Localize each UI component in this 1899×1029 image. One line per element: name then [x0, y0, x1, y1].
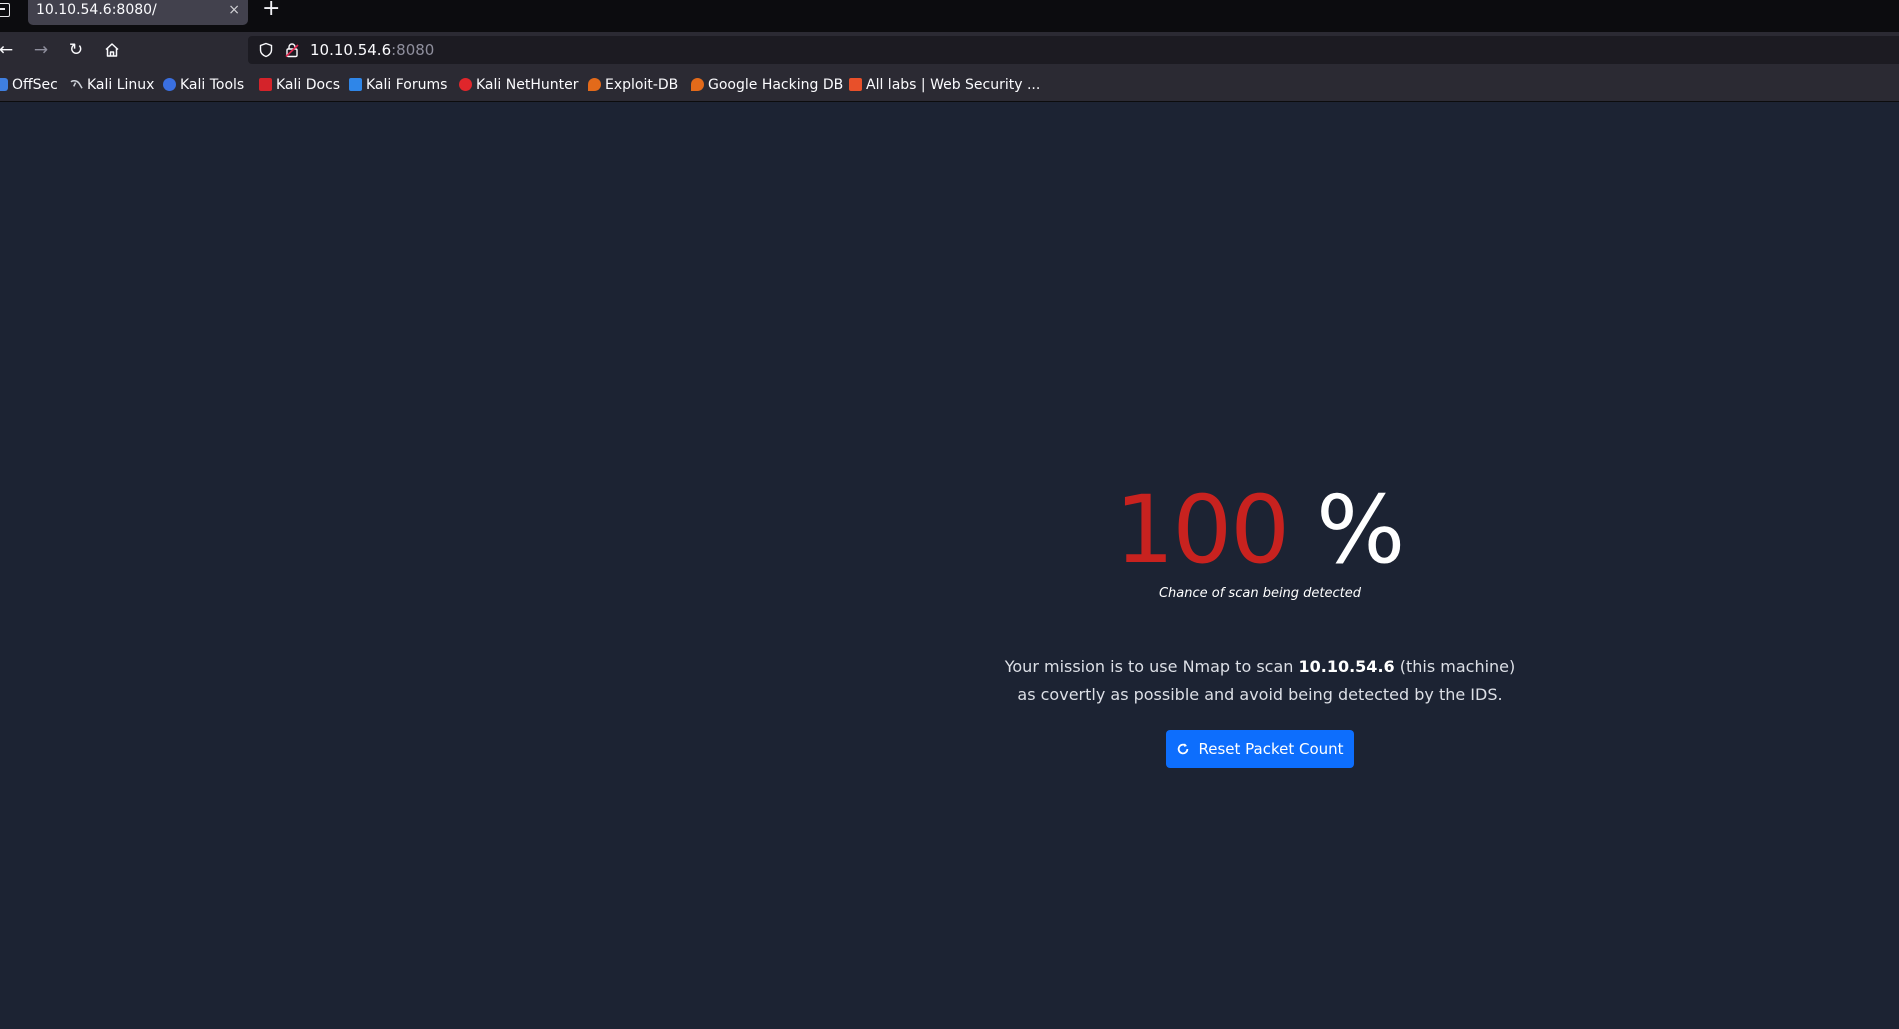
bookmark-exploit-db[interactable]: Exploit-DB — [588, 77, 678, 93]
browser-window: 10.10.54.6:8080/ × + ← → ↻ 10.10.54.6:80… — [0, 0, 1899, 1029]
home-button[interactable] — [102, 40, 122, 60]
tab-list-icon[interactable] — [0, 3, 10, 17]
bookmark-offsec[interactable]: OffSec — [0, 77, 58, 93]
kali-nethunter-icon — [459, 78, 472, 91]
back-button[interactable]: ← — [0, 40, 16, 60]
kali-docs-icon — [259, 78, 272, 91]
url-host: 10.10.54.6 — [310, 41, 392, 59]
bookmark-kali-forums[interactable]: Kali Forums — [349, 77, 447, 93]
kali-tools-icon — [163, 78, 176, 91]
reset-button-label: Reset Packet Count — [1198, 740, 1344, 758]
forward-button[interactable]: → — [31, 40, 51, 60]
reload-icon — [1178, 743, 1189, 755]
bookmark-label: Kali Tools — [180, 77, 245, 93]
navigation-bar: ← → ↻ 10.10.54.6:8080 — [0, 32, 1899, 68]
page-content — [0, 102, 1899, 1029]
url-text[interactable]: 10.10.54.6:8080 — [310, 41, 434, 59]
mission-line-2: as covertly as possible and avoid being … — [1017, 685, 1503, 704]
bookmark-label: Kali NetHunter — [476, 77, 579, 93]
bookmark-kali-docs[interactable]: Kali Docs — [259, 77, 340, 93]
bookmark-kali-linux[interactable]: Kali Linux — [70, 77, 154, 93]
detection-value: 100 — [1114, 476, 1290, 585]
bookmark-label: OffSec — [12, 77, 58, 93]
url-port: :8080 — [391, 41, 435, 59]
detection-percentage: 100% — [1000, 481, 1520, 581]
bookmark-label: Kali Forums — [366, 77, 448, 93]
new-tab-button[interactable]: + — [262, 0, 280, 20]
home-icon — [105, 43, 119, 57]
close-tab-icon[interactable]: × — [228, 1, 240, 19]
bookmark-kali-nethunter[interactable]: Kali NetHunter — [459, 77, 578, 93]
tab-strip: 10.10.54.6:8080/ × + — [0, 0, 1899, 32]
exploit-db-icon — [588, 78, 601, 91]
tab-title: 10.10.54.6:8080/ — [36, 2, 157, 18]
bookmark-label: Kali Docs — [276, 77, 341, 93]
bookmark-google-hacking-db[interactable]: Google Hacking DB — [691, 77, 843, 93]
detection-unit: % — [1316, 476, 1406, 585]
bookmark-label: Kali Linux — [87, 77, 155, 93]
bookmark-label: All labs | Web Security ... — [866, 77, 1041, 93]
tracking-protection-shield-icon[interactable] — [258, 42, 274, 58]
kali-forums-icon — [349, 78, 362, 91]
reload-button[interactable]: ↻ — [66, 40, 86, 60]
detection-caption: Chance of scan being detected — [1158, 586, 1362, 601]
bookmark-kali-tools[interactable]: Kali Tools — [163, 77, 244, 93]
bookmarks-toolbar: OffSec Kali Linux Kali Tools Kali Docs K… — [0, 68, 1899, 102]
mission-prefix: Your mission is to use Nmap to scan — [1004, 657, 1299, 676]
ghdb-icon — [691, 78, 704, 91]
reset-packet-count-button[interactable]: Reset Packet Count — [1166, 730, 1354, 768]
portswigger-icon — [849, 78, 862, 91]
kali-linux-icon — [70, 80, 83, 89]
bookmark-label: Exploit-DB — [605, 77, 679, 93]
insecure-lock-icon[interactable] — [284, 42, 300, 58]
tab-active[interactable]: 10.10.54.6:8080/ × — [28, 0, 248, 25]
bookmark-web-security-labs[interactable]: All labs | Web Security ... — [849, 77, 1040, 93]
mission-text: Your mission is to use Nmap to scan 10.1… — [900, 653, 1620, 709]
offsec-icon — [0, 78, 8, 91]
url-bar[interactable]: 10.10.54.6:8080 — [248, 36, 1899, 64]
mission-suffix: (this machine) — [1394, 657, 1516, 676]
mission-target: 10.10.54.6 — [1298, 657, 1395, 676]
bookmark-label: Google Hacking DB — [708, 77, 844, 93]
